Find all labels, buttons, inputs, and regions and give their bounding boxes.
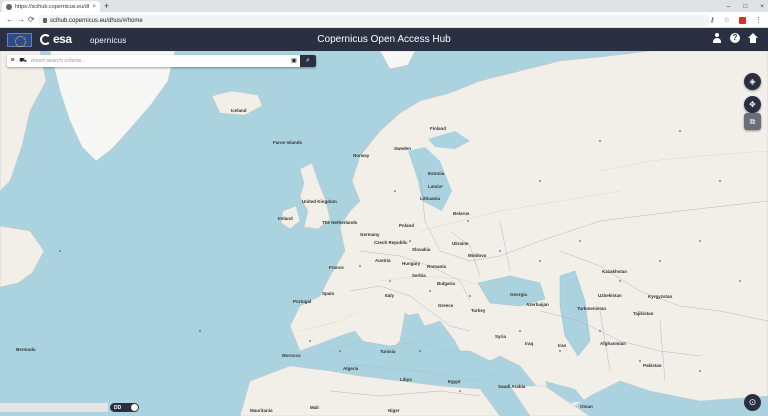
- map-label: Mauritania: [250, 408, 273, 413]
- map-label: Lithuania: [420, 196, 440, 201]
- browser-menu-icon[interactable]: ⋮: [755, 16, 762, 24]
- search-input[interactable]: [28, 56, 288, 66]
- map-label: Ireland: [278, 216, 293, 221]
- globe-icon: [6, 3, 12, 10]
- tab-close-button[interactable]: ×: [92, 4, 96, 10]
- new-tab-button[interactable]: +: [104, 0, 109, 12]
- map-label: Mali: [310, 405, 319, 410]
- map-label: France: [329, 265, 344, 270]
- map-label: Portugal: [293, 299, 312, 304]
- map-label: Ukraine: [452, 241, 469, 246]
- home-icon[interactable]: [748, 33, 758, 43]
- address-bar-actions: ⚷ ☆ ⋮: [710, 14, 762, 26]
- tab-title: https://scihub.copernicus.eu/dh...: [15, 3, 90, 10]
- map-label: Niger: [388, 408, 400, 413]
- map-label: Latvia: [428, 184, 442, 189]
- map-label: Georgia: [510, 292, 528, 297]
- map-label: Sweden: [394, 146, 412, 151]
- minimize-button[interactable]: –: [727, 3, 731, 10]
- header-actions: ?: [712, 33, 758, 44]
- url-text: scihub.copernicus.eu/dhus/#/home: [50, 17, 143, 24]
- map-label: Egypt: [448, 379, 461, 384]
- map-label: Austria: [375, 258, 391, 263]
- cart-icon[interactable]: ⛟: [18, 55, 28, 67]
- browser-tabstrip: https://scihub.copernicus.eu/dh... × + –…: [0, 0, 768, 12]
- close-window-button[interactable]: ×: [760, 3, 764, 10]
- browser-tab[interactable]: https://scihub.copernicus.eu/dh... ×: [2, 1, 100, 12]
- map-label: Tunisia: [380, 349, 396, 354]
- map-label: Tajikistan: [633, 311, 654, 316]
- forward-button[interactable]: →: [17, 14, 25, 26]
- map-label: Uzbekistan: [598, 293, 622, 298]
- map-base: [0, 51, 768, 416]
- map-label: Serbia: [412, 273, 426, 278]
- maximize-button[interactable]: □: [743, 3, 747, 10]
- star-icon[interactable]: ☆: [724, 16, 730, 24]
- locate-button[interactable]: ⊙: [744, 394, 761, 411]
- toggle-label: DD: [114, 404, 122, 411]
- map-label: Iceland: [231, 108, 247, 113]
- map-label: Oman: [580, 404, 593, 409]
- coordinates-bar: [0, 403, 108, 412]
- map-label: Greece: [438, 303, 454, 308]
- map-label: Pakistan: [643, 363, 662, 368]
- map-label: Iran: [558, 343, 567, 348]
- map-label: Romania: [427, 264, 447, 269]
- area-select-button[interactable]: ⧉: [744, 113, 761, 130]
- help-icon[interactable]: ?: [730, 33, 740, 43]
- map-label: Bulgaria: [437, 281, 456, 286]
- app-header: esa opernicus Copernicus Open Access Hub…: [0, 28, 768, 51]
- map-label: Syria: [495, 334, 507, 339]
- map-label: Libya: [400, 377, 412, 382]
- map-label: Iraq: [525, 341, 534, 346]
- map-label: Finland: [430, 126, 446, 131]
- menu-icon[interactable]: ≡: [7, 55, 18, 67]
- page-title: Copernicus Open Access Hub: [317, 34, 451, 45]
- map-label: Kazakhstan: [602, 269, 628, 274]
- layers-button[interactable]: ◈: [744, 73, 761, 90]
- map-label: Turkmenistan: [577, 306, 607, 311]
- map-label: Saudi Arabia: [498, 384, 526, 389]
- map-view[interactable]: Iceland Faroe Islands Norway Sweden Finl…: [0, 51, 768, 416]
- user-icon[interactable]: [712, 33, 722, 44]
- map-label: Slovakia: [412, 247, 431, 252]
- map-label: Hungary: [402, 261, 421, 266]
- extension-icon[interactable]: [739, 16, 746, 24]
- reload-button[interactable]: ⟳: [28, 14, 35, 26]
- map-label: Kyrgyzstan: [648, 294, 673, 299]
- map-label: United Kingdom: [302, 199, 337, 204]
- map-label: Bermuda: [16, 347, 36, 352]
- map-label: Faroe Islands: [273, 140, 303, 145]
- lock-icon: [43, 18, 47, 23]
- save-search-icon[interactable]: ▣: [288, 55, 300, 67]
- coordinate-format-toggle[interactable]: DD: [110, 403, 139, 412]
- url-field[interactable]: scihub.copernicus.eu/dhus/#/home: [38, 15, 710, 26]
- address-bar: ← → ⟳ scihub.copernicus.eu/dhus/#/home ⚷…: [0, 12, 768, 28]
- map-label: Germany: [360, 232, 380, 237]
- map-label: Estonia: [428, 171, 445, 176]
- map-label: Moldova: [468, 253, 487, 258]
- map-label: Belarus: [453, 211, 470, 216]
- map-label: Poland: [399, 223, 415, 228]
- search-bar: ≡ ⛟ ▣ ⌕: [7, 55, 316, 67]
- map-label: Italy: [385, 293, 395, 298]
- map-label: Algeria: [343, 366, 359, 371]
- map-label: Czech Republic: [374, 240, 408, 245]
- back-button[interactable]: ←: [6, 14, 14, 26]
- map-label: Turkey: [471, 308, 486, 313]
- key-icon[interactable]: ⚷: [710, 16, 715, 24]
- map-label: Azerbaijan: [526, 302, 549, 307]
- toggle-knob: [131, 404, 138, 411]
- window-controls: – □ ×: [727, 0, 764, 12]
- pan-button[interactable]: ✥: [744, 96, 761, 113]
- map-label: The Netherlands: [322, 220, 358, 225]
- map-label: Norway: [353, 153, 370, 158]
- map-label: Morocco: [282, 353, 301, 358]
- map-label: Spain: [322, 291, 335, 296]
- search-button[interactable]: ⌕: [300, 55, 316, 67]
- map-label: Afghanistan: [600, 341, 627, 346]
